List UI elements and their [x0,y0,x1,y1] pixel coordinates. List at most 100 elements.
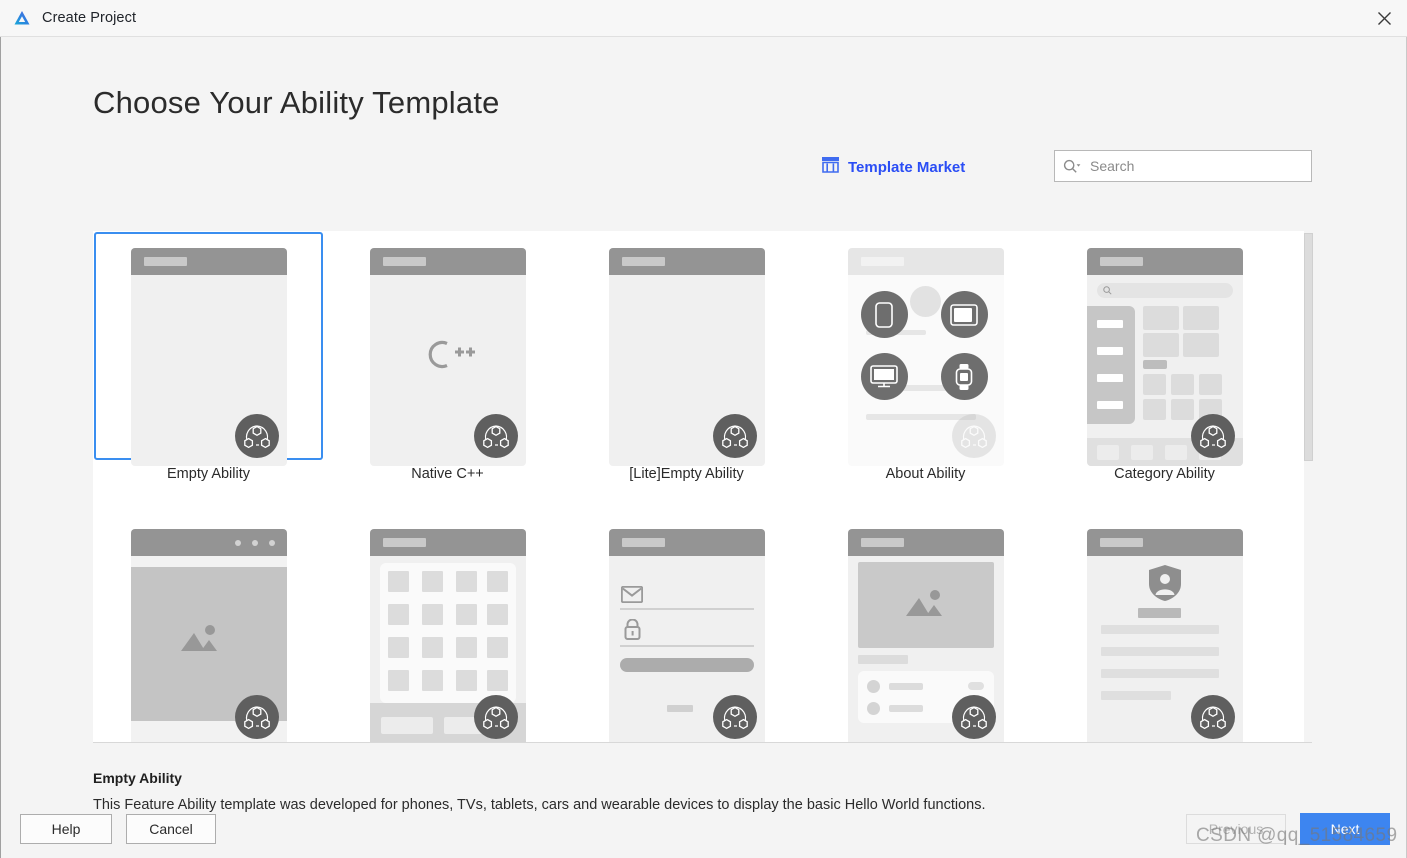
template-grid-scrollbar[interactable] [1304,231,1313,743]
image-placeholder-icon [904,588,946,623]
thumb-header-bar [1086,529,1243,556]
help-button[interactable]: Help [20,814,112,844]
thumb-title-placeholder [143,257,187,266]
template-card-frame [811,513,1040,743]
close-icon [1377,11,1392,26]
search-box[interactable] [1054,150,1312,182]
thumb-tile [1142,374,1166,395]
harmony-badge-icon [473,414,518,458]
template-thumbnail [847,529,1004,743]
thumb-title-placeholder [1099,257,1143,266]
thumb-header-bar [130,529,287,556]
next-button[interactable]: Next [1300,813,1390,845]
template-card-label: Empty Ability [167,466,250,482]
harmony-badge-icon [1190,695,1235,739]
dialog-content: Choose Your Ability Template Template Ma… [0,37,1407,858]
thumb-title-placeholder [382,538,426,547]
thumb-section-title [1142,360,1167,369]
tv-device-icon [860,353,908,400]
page-title: Choose Your Ability Template [93,85,500,120]
template-card-image-list[interactable] [810,512,1049,743]
template-thumbnail [369,248,526,466]
thumb-input-underline [619,608,754,610]
thumb-header-bar [608,529,765,556]
harmony-badge-icon [712,414,757,458]
template-card-about-ability[interactable]: › [810,231,1049,512]
thumb-header-bar [130,248,287,275]
thumb-detail-line [1100,625,1219,634]
template-grid: Empty Ability Native C++ [Lite]Empty Abi… [93,231,1288,743]
thumb-search-placeholder [1096,283,1233,298]
scrollbar-thumb[interactable] [1304,233,1313,461]
thumb-header-bar [608,248,765,275]
create-project-dialog: Create Project Choose Your Ability Templ… [0,0,1407,858]
details-title: Empty Ability [93,770,182,786]
thumb-sidebar [1086,306,1135,424]
template-thumbnail: › [847,248,1004,466]
template-card-frame [572,513,801,743]
thumb-grid-panel [379,563,516,703]
thumb-title-placeholder [621,538,665,547]
template-card-frame [1050,232,1279,466]
watch-device-icon [940,353,988,400]
harmony-badge-icon [234,414,279,458]
template-market-link[interactable]: Template Market [821,156,965,178]
search-input[interactable] [1090,154,1303,178]
thumb-tile [1142,333,1179,357]
thumb-menu-dots-icon [234,540,275,546]
thumb-sidebar-item [1096,320,1123,328]
lock-icon [623,618,642,646]
mail-icon [620,585,643,608]
cancel-button[interactable]: Cancel [126,814,216,844]
thumb-header-bar [1086,248,1243,275]
thumb-sidebar-item [1096,374,1123,382]
tablet-device-icon [940,291,988,338]
user-shield-avatar-icon [1148,564,1182,607]
dialog-footer: Help Cancel Previous Next [1,800,1406,858]
search-dropdown-icon[interactable] [1063,159,1082,174]
close-button[interactable] [1361,0,1407,37]
template-card-label: About Ability [885,466,966,482]
thumb-submit-button [619,658,754,672]
template-toolbar: Template Market [93,150,1312,194]
harmony-badge-icon [234,695,279,739]
template-market-label: Template Market [848,158,966,176]
thumb-title-placeholder [860,257,904,266]
decor-circle [909,286,941,317]
image-placeholder-icon [179,623,221,658]
thumb-sidebar-item [1096,401,1123,409]
harmony-badge-icon [473,695,518,739]
template-card-grid[interactable] [332,512,571,743]
template-card-profile[interactable] [1049,512,1288,743]
section-divider [93,742,1312,743]
template-thumbnail [130,529,287,743]
previous-button: Previous [1186,814,1286,844]
thumb-link-placeholder [666,705,693,712]
template-card-frame [333,232,562,466]
phone-device-icon [860,291,908,338]
template-thumbnail [1086,529,1243,743]
window-titlebar: Create Project [0,0,1407,37]
thumb-sidebar-item [1096,347,1123,355]
template-card-frame [1050,513,1279,743]
thumb-tile [1182,333,1219,357]
cpp-icon [419,337,477,378]
template-card-native-cpp[interactable]: Native C++ [332,231,571,512]
template-card-category-ability[interactable]: Category Ability [1049,231,1288,512]
thumb-tile [1170,374,1194,395]
template-card-label: Native C++ [411,466,484,482]
template-card-label: Category Ability [1114,466,1215,482]
thumb-detail-line [1100,691,1171,700]
thumb-image-placeholder [857,562,994,648]
harmony-badge-icon [951,695,996,739]
template-card-empty-ability[interactable]: Empty Ability [93,231,332,512]
template-card-login[interactable] [571,512,810,743]
template-grid-panel: Empty Ability Native C++ [Lite]Empty Abi… [93,231,1312,743]
template-card-label: [Lite]Empty Ability [629,466,744,482]
template-card-gallery[interactable] [93,512,332,743]
template-card-lite-empty-ability[interactable]: [Lite]Empty Ability [571,231,810,512]
deveco-triangle-logo-icon [12,8,32,28]
thumb-title-placeholder [860,538,904,547]
template-card-frame [94,232,323,466]
thumb-header-bar [847,248,1004,275]
